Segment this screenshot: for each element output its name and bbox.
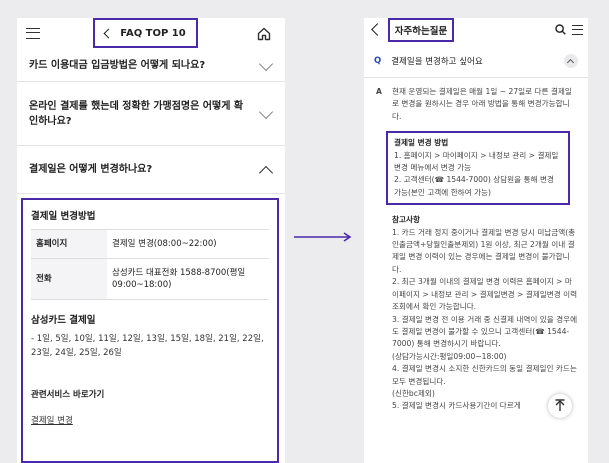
question-text: 결제일을 변경하고 싶어요 bbox=[391, 56, 483, 67]
faq-item-merchant[interactable]: 온라인 결제를 했는데 정확한 가맹점명은 어떻게 확인하나요? bbox=[17, 82, 285, 146]
question-mark: Q bbox=[374, 55, 382, 66]
due-dates-list: - 1일, 5일, 10일, 11일, 12일, 13일, 15일, 18일, … bbox=[31, 334, 264, 358]
method-table: 홈페이지 결제일 변경(08:00~22:00) 전화 삼성카드 대표전화 15… bbox=[31, 229, 269, 300]
note-line: 3. 결제일 변경 전 이용 거래 중 신결제 내역이 있을 경우에도 결제일 … bbox=[392, 314, 578, 349]
home-icon[interactable] bbox=[257, 27, 271, 41]
chevron-down-icon[interactable] bbox=[258, 104, 274, 119]
search-icon[interactable] bbox=[555, 24, 566, 35]
table-row-label: 홈페이지 bbox=[31, 229, 107, 259]
chevron-up-icon[interactable] bbox=[258, 165, 274, 180]
table-row: 전화 삼성카드 대표전화 1588-8700(평일 09:00~18:00) bbox=[31, 258, 269, 300]
method-line: 2. 고객센터(☎ 1544-7000) 상담원을 통해 변경 가능(본인 고객… bbox=[394, 175, 554, 197]
question-row[interactable]: Q 결제일을 변경하고 싶어요 bbox=[364, 44, 588, 78]
right-phone-screen: 자주하는질문 Q 결제일을 변경하고 싶어요 A 현재 운영되는 결제일은 매월… bbox=[364, 18, 588, 463]
hamburger-menu-icon[interactable] bbox=[26, 28, 40, 39]
faq-item-due-date[interactable]: 결제일은 어떻게 변경하나요? bbox=[17, 146, 285, 194]
answer-mark: A bbox=[376, 87, 382, 96]
left-header-title: FAQ TOP 10 bbox=[120, 27, 186, 39]
left-header: FAQ TOP 10 bbox=[17, 18, 285, 50]
table-row: 홈페이지 결제일 변경(08:00~22:00) bbox=[31, 229, 269, 259]
faq-item-payment[interactable]: 카드 이용대금 입금방법은 어떻게 되나요? bbox=[17, 50, 285, 82]
right-method-highlight: 결제일 변경 방법 1. 홈페이지 > 마이페이지 > 내정보 관리 > 결제일… bbox=[386, 131, 570, 206]
chevron-down-icon[interactable] bbox=[258, 56, 274, 71]
answer-body: A 현재 운영되는 결제일은 매월 1일 ~ 27일로 다른 결제일로 변경을 … bbox=[364, 78, 588, 413]
table-row-value: 결제일 변경(08:00~22:00) bbox=[107, 229, 269, 259]
note-line: 1. 카드 거래 정지 중이거나 결제일 변경 당시 미납금액(총 인출금액+당… bbox=[392, 227, 576, 274]
hamburger-menu-icon[interactable] bbox=[572, 25, 583, 35]
left-header-title-box[interactable]: FAQ TOP 10 bbox=[93, 18, 198, 48]
right-header: 자주하는질문 bbox=[364, 18, 588, 44]
note-line: 2. 최근 3개월 이내의 결제일 변경 이력은 홈페이지 > 마이페이지 > … bbox=[392, 277, 578, 312]
note-line: (상담가능시간:평일09:00~18:00) bbox=[392, 351, 507, 361]
method-line: 1. 홈페이지 > 마이페이지 > 내정보 관리 > 결제일변경 메뉴에서 변경… bbox=[394, 150, 559, 173]
related-services-title: 관련서비스 바로가기 bbox=[31, 390, 105, 400]
method-section-title: 결제일 변경방법 bbox=[31, 211, 96, 222]
right-header-title: 자주하는질문 bbox=[394, 26, 448, 37]
table-row-label: 전화 bbox=[31, 258, 107, 300]
faq-item-label: 온라인 결제를 했는데 정확한 가맹점명은 어떻게 확인하나요? bbox=[29, 100, 244, 127]
faq-item-label: 결제일은 어떻게 변경하나요? bbox=[29, 164, 153, 175]
due-dates-title: 삼성카드 결제일 bbox=[31, 315, 96, 326]
change-due-date-link[interactable]: 결제일 변경 bbox=[31, 414, 73, 426]
right-arrow-icon bbox=[294, 232, 352, 242]
scroll-to-top-icon[interactable] bbox=[548, 394, 572, 418]
method-title: 결제일 변경 방법 bbox=[394, 138, 449, 148]
faq-item-label: 카드 이용대금 입금방법은 어떻게 되나요? bbox=[29, 60, 206, 71]
note-line: 4. 결제일 변경시 소지한 신한카드의 동일 결제일인 카드는 모두 변경됩니… bbox=[392, 364, 577, 386]
left-answer-highlight: 결제일 변경방법 홈페이지 결제일 변경(08:00~22:00) 전화 삼성카… bbox=[21, 198, 279, 463]
table-row-value: 삼성카드 대표전화 1588-8700(평일 09:00~18:00) bbox=[107, 258, 269, 300]
collapse-icon[interactable] bbox=[564, 54, 578, 68]
notes-title: 참고사항 bbox=[392, 215, 420, 225]
comparison-stage: FAQ TOP 10 카드 이용대금 입금방법은 어떻게 되나요? 온라인 결제… bbox=[0, 0, 609, 463]
chevron-left-icon[interactable] bbox=[103, 28, 114, 38]
right-header-title-box: 자주하는질문 bbox=[388, 18, 454, 42]
left-phone-screen: FAQ TOP 10 카드 이용대금 입금방법은 어떻게 되나요? 온라인 결제… bbox=[17, 18, 285, 463]
chevron-left-icon[interactable] bbox=[371, 23, 384, 36]
answer-intro: 현재 운영되는 결제일은 매월 1일 ~ 27일로 다른 결제일로 변경을 원하… bbox=[392, 87, 572, 121]
